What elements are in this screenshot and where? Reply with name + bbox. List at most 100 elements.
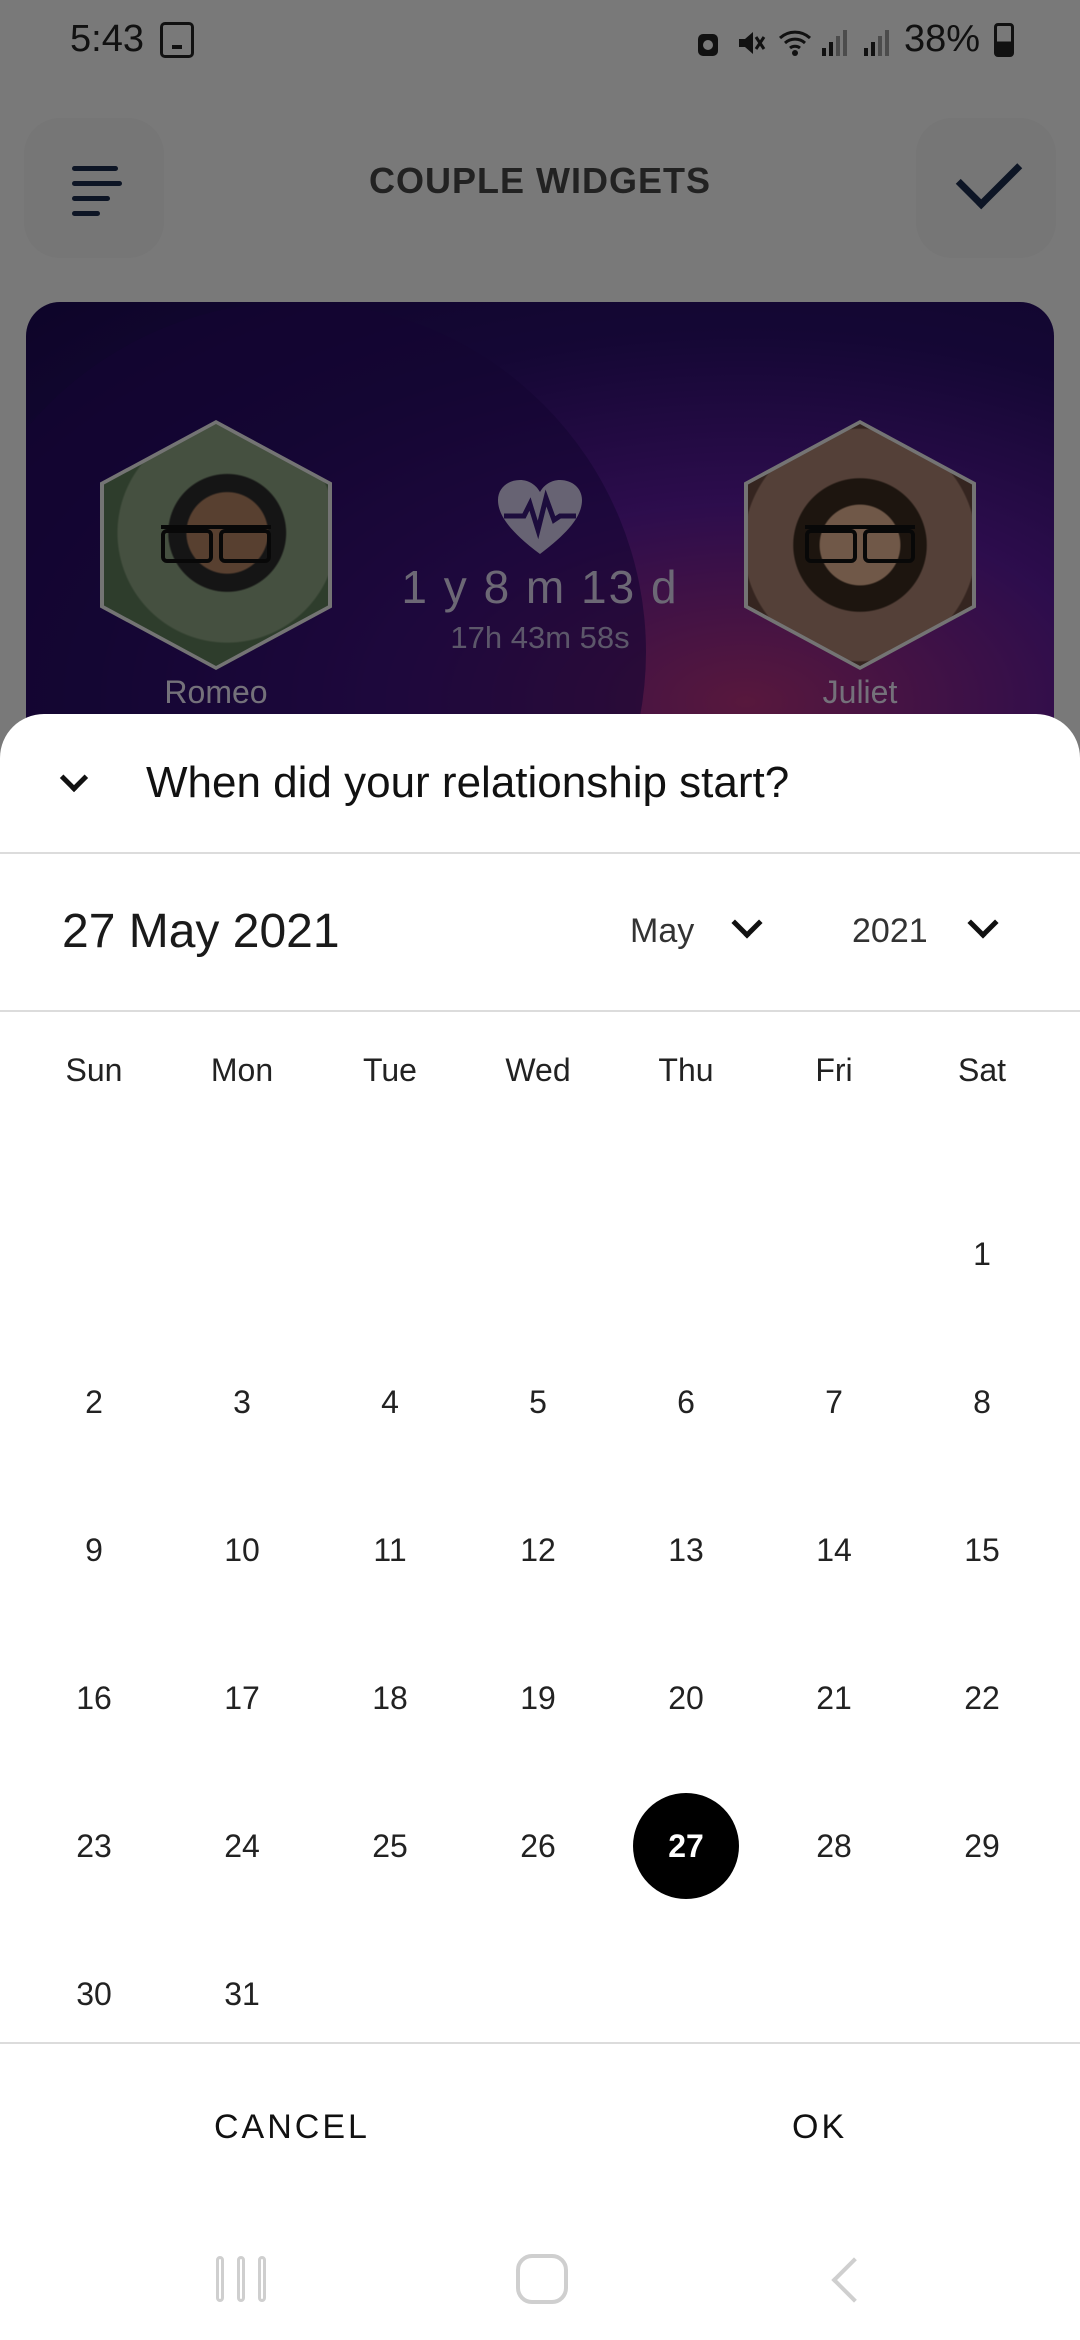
calendar-day[interactable]: 26 [464, 1772, 612, 1920]
calendar-day-number: 17 [224, 1679, 260, 1716]
collapse-sheet-button[interactable] [52, 763, 98, 804]
calendar-day-number: 31 [224, 1975, 260, 2012]
calendar-day-number: 3 [233, 1383, 251, 1420]
weekday-label: Sun [65, 1052, 123, 1088]
calendar-day[interactable]: 14 [760, 1476, 908, 1624]
calendar-week-row: 23 24 25 26 27 28 29 [20, 1772, 1060, 1920]
calendar-day[interactable]: 20 [612, 1624, 760, 1772]
calendar-day-number [41, 1201, 147, 1307]
calendar-day[interactable]: 10 [168, 1476, 316, 1624]
calendar-day-number: 8 [973, 1383, 991, 1420]
calendar-day[interactable]: 12 [464, 1476, 612, 1624]
calendar-day[interactable]: 5 [464, 1328, 612, 1476]
calendar-day-number: 25 [372, 1827, 408, 1864]
calendar-day[interactable]: 7 [760, 1328, 908, 1476]
calendar-day-number: 23 [76, 1827, 112, 1864]
calendar-day-number: 6 [677, 1383, 695, 1420]
calendar-day[interactable]: 9 [20, 1476, 168, 1624]
weekday-label: Mon [210, 1052, 274, 1088]
home-icon[interactable] [516, 2254, 568, 2304]
calendar-day-number [781, 1201, 887, 1307]
selected-date-row: 27 May 2021 May 2021 [0, 854, 1080, 1012]
calendar-day-number: 29 [964, 1827, 1000, 1864]
day-grid: 1 2 3 4 5 6 7 8 9 10 11 12 13 14 15 16 17 18 19 20 21 22 23 24 2… [20, 1180, 1060, 2068]
cancel-button[interactable]: CANCEL [214, 2108, 370, 2147]
calendar-day-number: 7 [825, 1383, 843, 1420]
sheet-header: When did your relationship start? [0, 714, 1080, 854]
calendar-day[interactable]: 3 [168, 1328, 316, 1476]
calendar-day-number [633, 1201, 739, 1307]
calendar-day[interactable]: 17 [168, 1624, 316, 1772]
month-dropdown[interactable]: May [630, 907, 780, 958]
calendar-day[interactable]: 28 [760, 1772, 908, 1920]
calendar-day[interactable]: 18 [316, 1624, 464, 1772]
year-dropdown-value: 2021 [852, 912, 928, 950]
calendar-day-number: 11 [373, 1531, 407, 1568]
calendar-day[interactable]: 16 [20, 1624, 168, 1772]
system-nav-bar [0, 2232, 1080, 2340]
calendar-day-number [337, 1201, 443, 1307]
date-picker-sheet: When did your relationship start? 27 May… [0, 714, 1080, 2340]
calendar-day[interactable]: 13 [612, 1476, 760, 1624]
calendar-day-number: 4 [381, 1383, 399, 1420]
calendar-day-number: 27 [633, 1793, 739, 1899]
calendar-empty-cell [760, 1180, 908, 1328]
calendar-week-row: 16 17 18 19 20 21 22 [20, 1624, 1060, 1772]
calendar-day[interactable]: 8 [908, 1328, 1056, 1476]
recent-apps-icon[interactable] [216, 2256, 266, 2302]
back-icon[interactable] [831, 2257, 877, 2303]
calendar-day-number: 1 [973, 1235, 991, 1272]
calendar-day-number: 30 [76, 1975, 112, 2012]
calendar-day[interactable]: 6 [612, 1328, 760, 1476]
calendar-day-selected[interactable]: 27 [612, 1772, 760, 1920]
calendar-day-number: 28 [816, 1827, 852, 1864]
ok-button[interactable]: OK [792, 2108, 847, 2147]
calendar-day-number [929, 1941, 1035, 2047]
calendar-day-number: 15 [964, 1531, 1000, 1568]
year-dropdown[interactable]: 2021 [852, 907, 1012, 958]
calendar-day[interactable]: 21 [760, 1624, 908, 1772]
calendar-day-number [781, 1941, 887, 2047]
calendar-day-number: 14 [816, 1531, 852, 1568]
calendar-day[interactable]: 15 [908, 1476, 1056, 1624]
calendar-day[interactable]: 29 [908, 1772, 1056, 1920]
calendar-day-number: 24 [224, 1827, 260, 1864]
calendar-day-number: 12 [520, 1531, 556, 1568]
calendar-day-number: 2 [85, 1383, 103, 1420]
weekday-label: Sat [957, 1052, 1007, 1088]
chevron-down-icon [59, 763, 89, 793]
calendar-week-row: 1 [20, 1180, 1060, 1328]
calendar-day-number: 5 [529, 1383, 547, 1420]
calendar-empty-cell [168, 1180, 316, 1328]
calendar-day-number: 26 [520, 1827, 556, 1864]
weekday-header: Sun Mon Tue Wed Thu Fri Sat [0, 1052, 1080, 1112]
calendar-day[interactable]: 4 [316, 1328, 464, 1476]
weekday-label: Thu [658, 1052, 714, 1088]
calendar-week-row: 2 3 4 5 6 7 8 [20, 1328, 1060, 1476]
calendar-day-number: 16 [76, 1679, 112, 1716]
calendar-day[interactable]: 11 [316, 1476, 464, 1624]
calendar-day[interactable]: 2 [20, 1328, 168, 1476]
chevron-down-icon [967, 907, 999, 939]
calendar-day-number: 10 [224, 1531, 260, 1568]
weekday-label: Tue [363, 1052, 417, 1088]
calendar-day-number [485, 1941, 591, 2047]
calendar-day[interactable]: 25 [316, 1772, 464, 1920]
calendar-day[interactable]: 1 [908, 1180, 1056, 1328]
weekday-label: Wed [505, 1052, 571, 1088]
calendar-day-number: 9 [85, 1531, 103, 1568]
calendar-day[interactable]: 24 [168, 1772, 316, 1920]
month-dropdown-value: May [630, 912, 695, 950]
calendar-empty-cell [316, 1180, 464, 1328]
calendar-day-number: 22 [964, 1679, 1000, 1716]
calendar-day[interactable]: 23 [20, 1772, 168, 1920]
calendar-empty-cell [464, 1180, 612, 1328]
calendar-day[interactable]: 22 [908, 1624, 1056, 1772]
calendar-day-number [337, 1941, 443, 2047]
weekday-label: Fri [815, 1052, 853, 1088]
calendar-day-number [633, 1941, 739, 2047]
calendar-day-number: 18 [372, 1679, 408, 1716]
calendar-day-number: 20 [668, 1679, 704, 1716]
calendar-day[interactable]: 19 [464, 1624, 612, 1772]
sheet-title: When did your relationship start? [146, 758, 790, 807]
